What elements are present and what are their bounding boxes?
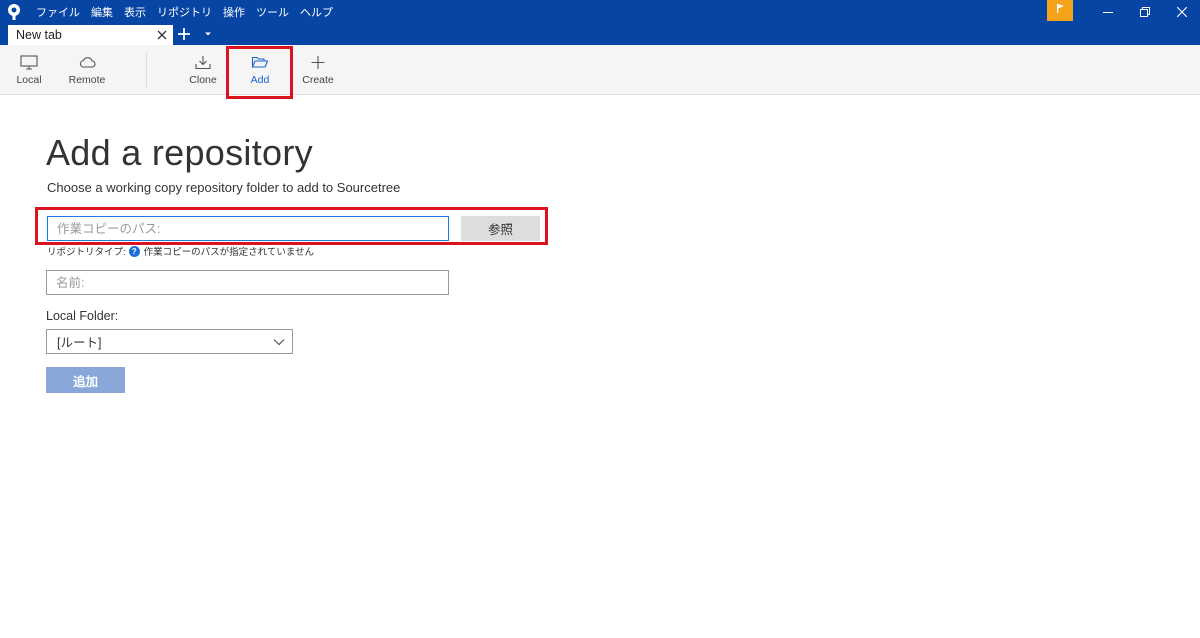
flag-icon — [1057, 4, 1064, 13]
add-button-highlight — [226, 46, 293, 99]
title-bar: ファイル 編集 表示 リポジトリ 操作 ツール ヘルプ — [0, 0, 1200, 24]
local-folder-select[interactable]: [ルート] — [46, 329, 293, 354]
add-submit-button[interactable]: 追加 — [46, 367, 125, 393]
tab-new-tab[interactable]: New tab — [8, 25, 173, 45]
menu-tools[interactable]: ツール — [256, 4, 289, 20]
menu-edit[interactable]: 編集 — [91, 4, 113, 20]
tab-close-icon[interactable] — [155, 28, 169, 42]
page-subtitle: Choose a working copy repository folder … — [47, 180, 401, 195]
tab-strip: New tab — [0, 24, 1200, 45]
close-icon — [1177, 7, 1187, 17]
cloud-icon — [79, 57, 96, 68]
minimize-icon — [1103, 12, 1113, 13]
repository-type-row: リポジトリタイプ: ? 作業コピーのパスが指定されていません — [47, 244, 314, 258]
local-button[interactable]: Local — [10, 45, 48, 95]
menu-actions[interactable]: 操作 — [223, 4, 245, 20]
help-icon[interactable]: ? — [128, 245, 140, 257]
tab-label: New tab — [16, 28, 62, 42]
sourcetree-logo-icon — [8, 4, 20, 20]
clone-button[interactable]: Clone — [184, 45, 222, 95]
menu-help[interactable]: ヘルプ — [300, 4, 333, 20]
create-button[interactable]: Create — [299, 45, 337, 95]
menu-view[interactable]: 表示 — [124, 4, 146, 20]
chevron-down-icon — [273, 339, 285, 346]
close-window-button[interactable] — [1164, 0, 1200, 24]
repository-type-status: 作業コピーのパスが指定されていません — [143, 247, 315, 258]
local-folder-label: Local Folder: — [46, 309, 119, 323]
plus-icon — [311, 56, 325, 69]
monitor-icon — [20, 55, 38, 70]
download-icon — [195, 56, 211, 70]
menu-file[interactable]: ファイル — [36, 4, 80, 20]
repository-type-label: リポジトリタイプ: — [47, 247, 126, 258]
remote-label: Remote — [68, 74, 106, 86]
local-label: Local — [16, 74, 42, 86]
local-folder-value: [ルート] — [57, 336, 102, 350]
new-tab-plus-icon[interactable] — [176, 26, 192, 42]
tab-list-chevron-down-icon[interactable] — [203, 29, 213, 39]
remote-button[interactable]: Remote — [64, 45, 110, 95]
name-input[interactable] — [46, 270, 449, 295]
create-label: Create — [302, 74, 334, 86]
minimize-button[interactable] — [1090, 0, 1126, 24]
toolbar-divider — [146, 53, 147, 87]
menu-bar: ファイル 編集 表示 リポジトリ 操作 ツール ヘルプ — [36, 0, 344, 24]
notifications-flag-button[interactable] — [1047, 0, 1073, 21]
page-title: Add a repository — [46, 132, 313, 173]
clone-label: Clone — [189, 74, 217, 86]
toolbar: Local Remote Clone Add Create — [0, 45, 1200, 95]
path-row-highlight — [35, 207, 548, 245]
restore-button[interactable] — [1127, 0, 1163, 24]
restore-icon — [1140, 7, 1150, 17]
menu-repository[interactable]: リポジトリ — [157, 4, 212, 20]
